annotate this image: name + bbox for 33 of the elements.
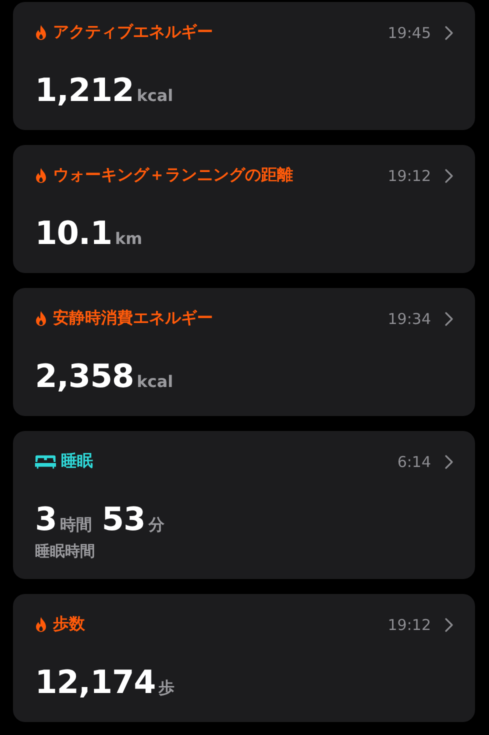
time-label: 19:12 (388, 616, 431, 634)
value-unit: kcal (136, 372, 174, 391)
chevron-icon (445, 454, 453, 468)
summary-card[interactable]: 歩数 19:12 12,174 歩 (13, 594, 475, 722)
value-caption: 睡眠時間 (35, 542, 96, 561)
value-number: 10.1 (35, 214, 112, 252)
card-title: 睡眠 (61, 451, 94, 472)
value-number: 53 (102, 500, 146, 538)
chevron-icon (445, 26, 453, 40)
value-unit: km (114, 229, 142, 248)
chevron-icon (445, 168, 453, 182)
value-unit: kcal (136, 86, 174, 105)
card-title: 歩数 (53, 614, 86, 635)
time-label: 19:45 (388, 24, 431, 42)
value-unit: 分 (148, 515, 164, 536)
card-title: 安静時消費エネルギー (53, 308, 214, 329)
value-number: 2,358 (35, 357, 134, 395)
time-label: 6:14 (397, 452, 431, 470)
summary-card[interactable]: アクティブエネルギー 19:45 1,212 kcal (13, 2, 475, 130)
value-number: 12,174 (35, 663, 156, 701)
value-number: 1,212 (35, 71, 134, 109)
chevron-icon (445, 312, 453, 326)
summary-card[interactable]: ウォーキング＋ランニングの距離 19:12 10.1 km (13, 145, 475, 273)
summary-card[interactable]: 安静時消費エネルギー 19:34 2,358 kcal (13, 288, 475, 416)
value-unit: 時間 (60, 515, 92, 536)
value-number: 3 (35, 500, 57, 538)
card-title: アクティブエネルギー (53, 22, 214, 43)
summary-card[interactable]: 睡眠 6:14 3 時間 53 分 睡眠時間 (13, 431, 475, 579)
time-label: 19:34 (388, 310, 431, 328)
value-unit: 歩 (158, 678, 174, 699)
chevron-icon (445, 618, 453, 632)
card-title: ウォーキング＋ランニングの距離 (53, 165, 294, 186)
time-label: 19:12 (388, 166, 431, 184)
